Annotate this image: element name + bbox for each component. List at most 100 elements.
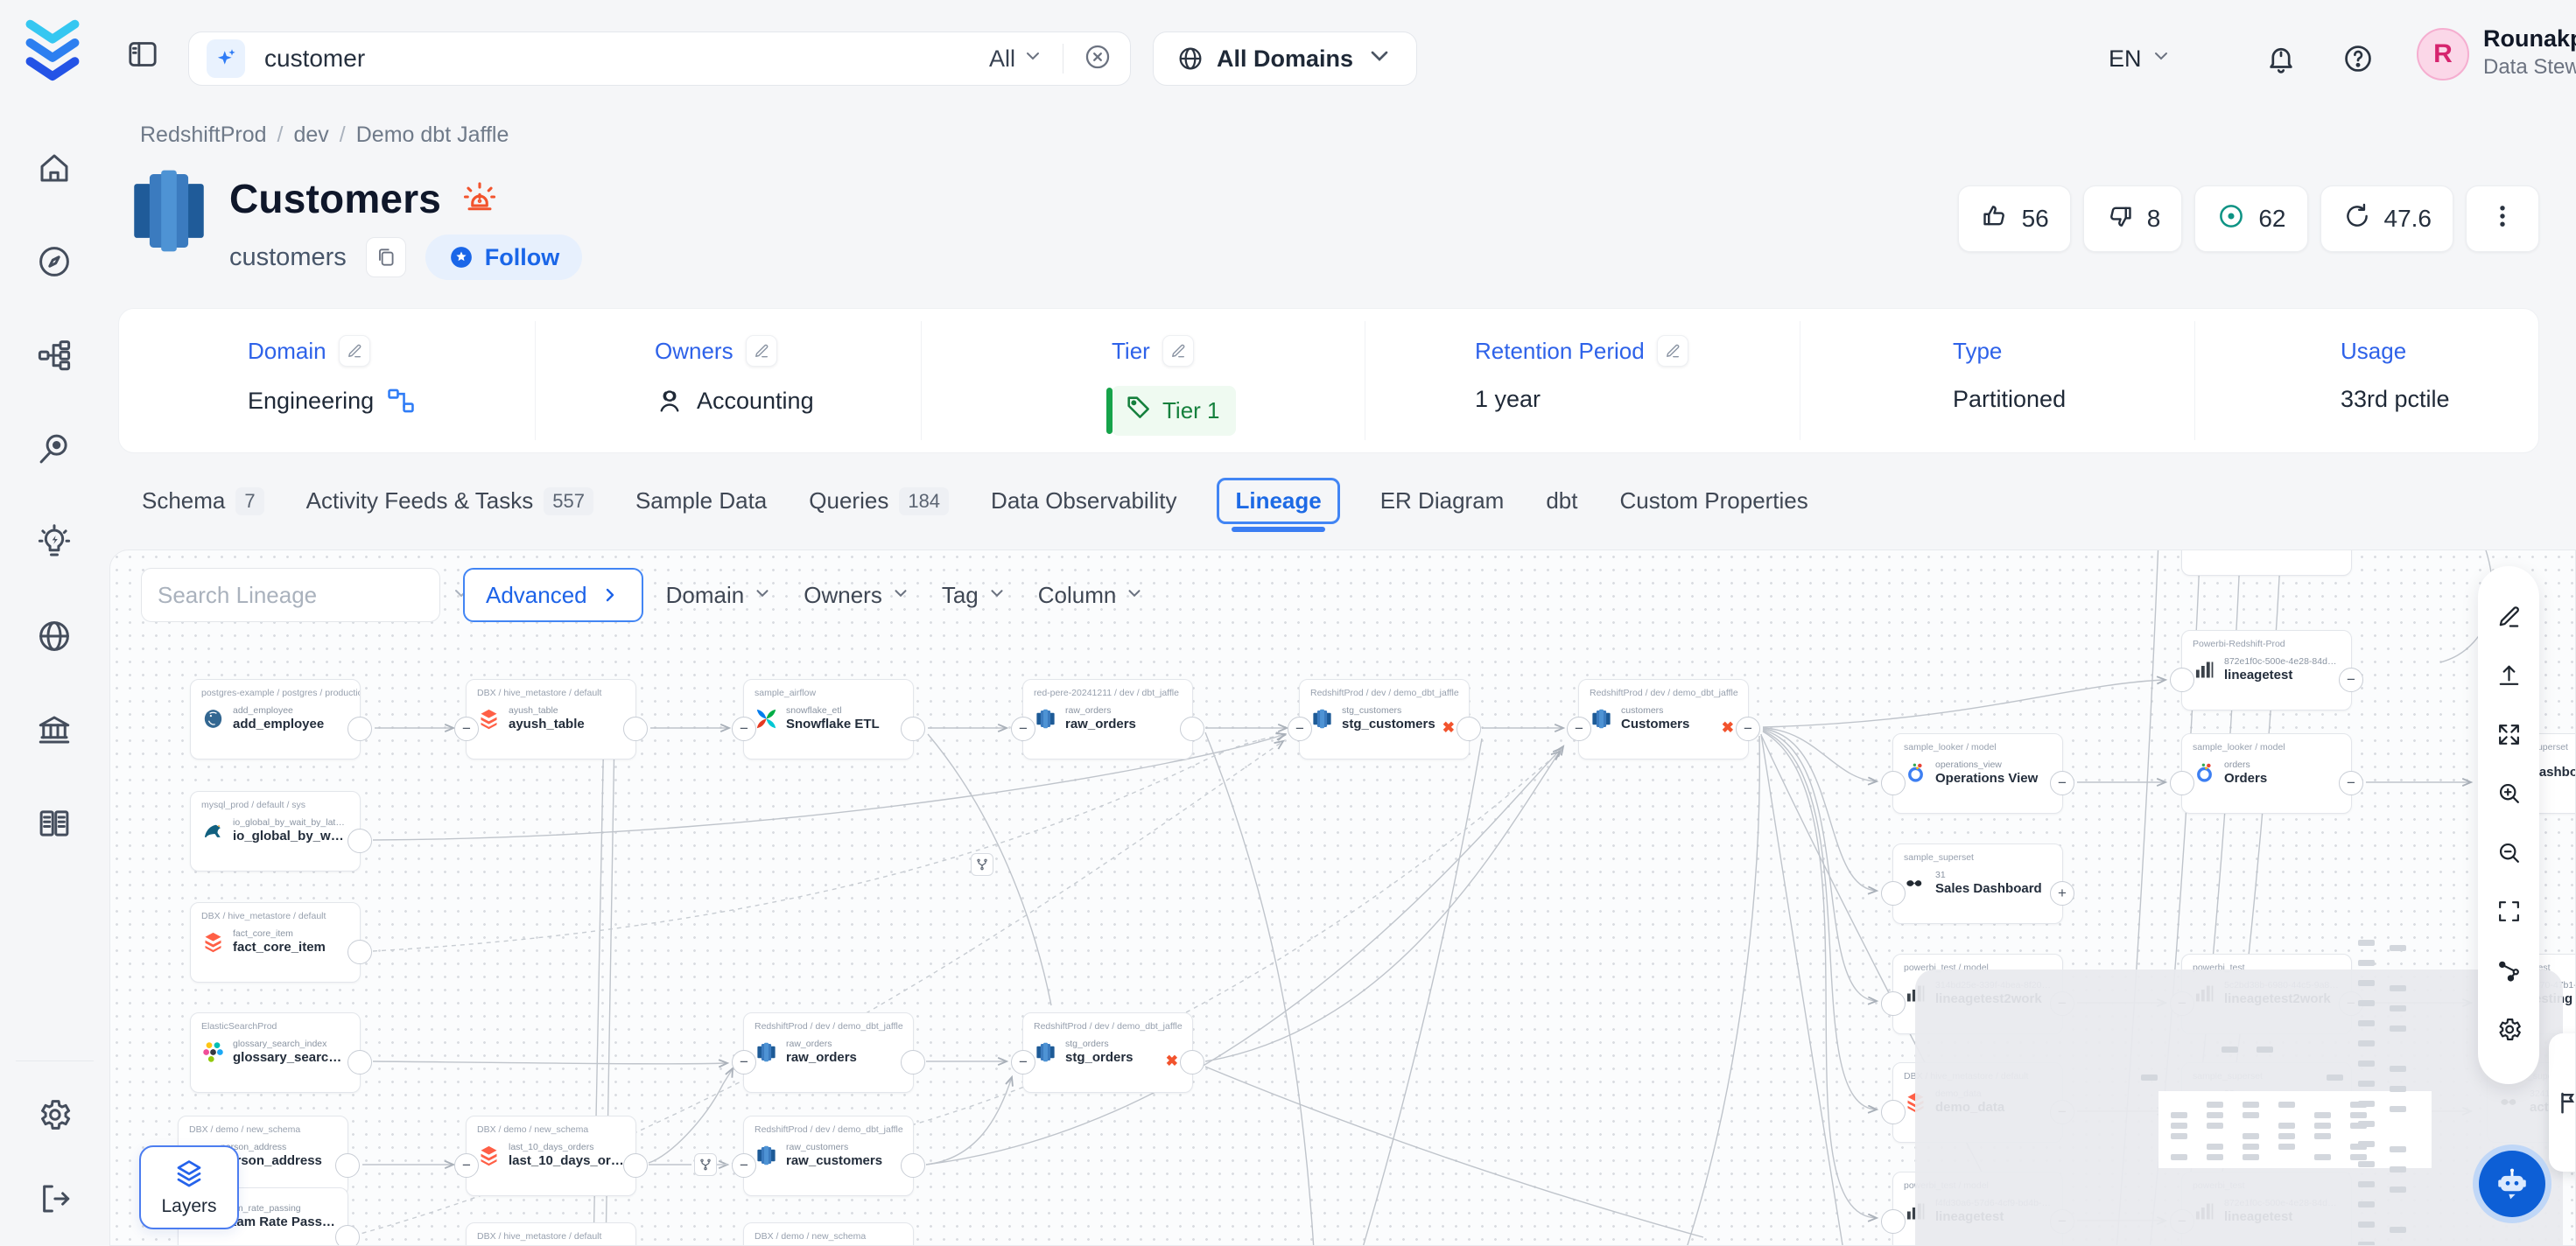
all-domains-dropdown[interactable]: All Domains bbox=[1153, 32, 1417, 86]
lineage-node-stg_orders[interactable]: RedshiftProd / dev / demo_dbt_jafflestg_… bbox=[1022, 1012, 1193, 1093]
sidebar-item-reports[interactable] bbox=[30, 801, 79, 850]
stat-watchers-button[interactable]: 62 bbox=[2194, 186, 2307, 252]
port-collapse-right[interactable] bbox=[901, 1050, 925, 1074]
sidebar-item-product[interactable] bbox=[30, 332, 79, 382]
lineage-node-customers[interactable]: RedshiftProd / dev / demo_dbt_jafflecust… bbox=[1578, 679, 1749, 760]
sidebar-item-logout[interactable] bbox=[30, 1176, 79, 1225]
toolbar-zoom-out-button[interactable] bbox=[2489, 836, 2528, 874]
filter-tag-dropdown[interactable]: Tag bbox=[942, 582, 1007, 609]
port-collapse-left[interactable] bbox=[1881, 1209, 1906, 1234]
lineage-node-dbx_partial_1[interactable]: DBX / hive_metastore / default bbox=[466, 1222, 636, 1246]
tab-activity-feeds-tasks[interactable]: Activity Feeds & Tasks557 bbox=[305, 479, 595, 524]
advanced-button[interactable]: Advanced bbox=[463, 568, 643, 622]
copy-icon[interactable] bbox=[366, 237, 406, 277]
search-scope-dropdown[interactable]: All bbox=[989, 46, 1043, 73]
port-collapse-right[interactable] bbox=[901, 717, 925, 741]
lineage-node-add_employee[interactable]: postgres-example / postgres / production… bbox=[190, 679, 361, 760]
port-collapse-left[interactable] bbox=[1881, 1100, 1906, 1124]
language-dropdown[interactable]: EN bbox=[2109, 46, 2172, 73]
lineage-node-ayush_table[interactable]: DBX / hive_metastore / defaultayush_tabl… bbox=[466, 679, 636, 760]
breadcrumb-item-redshiftprod[interactable]: RedshiftProd bbox=[140, 122, 267, 148]
tab-dbt[interactable]: dbt bbox=[1544, 479, 1579, 523]
lineage-node-pbi_lineagetest[interactable]: Powerbi-Redshift-Prod872e1f0c-500e-4e28-… bbox=[2181, 630, 2352, 710]
help-icon[interactable] bbox=[2341, 42, 2375, 80]
lineage-search-input[interactable] bbox=[158, 582, 451, 609]
port-collapse-left[interactable]: − bbox=[1567, 717, 1591, 741]
toolbar-settings-button[interactable] bbox=[2489, 1012, 2528, 1051]
edit-retention-period-button[interactable] bbox=[1657, 335, 1688, 367]
port-collapse-right[interactable] bbox=[623, 1153, 648, 1178]
ai-assistant-button[interactable] bbox=[2479, 1151, 2545, 1217]
tab-lineage[interactable]: Lineage bbox=[1217, 478, 1339, 524]
port-collapse-right[interactable] bbox=[1180, 1050, 1204, 1074]
tier-badge[interactable]: Tier 1 bbox=[1112, 386, 1236, 436]
port-collapse-left[interactable] bbox=[2170, 668, 2194, 692]
panel-toggle-icon[interactable] bbox=[125, 37, 167, 79]
edit-domain-button[interactable] bbox=[339, 335, 370, 367]
layers-button[interactable]: Layers bbox=[139, 1145, 239, 1229]
sidebar-item-insight[interactable] bbox=[30, 520, 79, 569]
lineage-node-snowflake_etl[interactable]: sample_airflowsnowflake_etlSnowflake ETL… bbox=[743, 679, 914, 760]
user-meta[interactable]: Rounakpreet.d Data Steward bbox=[2483, 24, 2576, 80]
global-search[interactable]: All bbox=[188, 32, 1131, 86]
lineage-node-stg_customers[interactable]: RedshiftProd / dev / demo_dbt_jafflestg_… bbox=[1299, 679, 1470, 760]
tab-data-observability[interactable]: Data Observability bbox=[989, 479, 1178, 523]
port-collapse-right[interactable]: − bbox=[1736, 717, 1760, 741]
toolbar-fullscreen-button[interactable] bbox=[2489, 894, 2528, 933]
port-collapse-left[interactable] bbox=[2170, 771, 2194, 795]
port-collapse-right[interactable]: − bbox=[2339, 668, 2363, 692]
port-collapse-right[interactable] bbox=[347, 1050, 372, 1074]
side-panel-partial[interactable] bbox=[2549, 1033, 2576, 1172]
port-collapse-right[interactable] bbox=[347, 829, 372, 853]
lineage-canvas[interactable]: postgres-example / postgres / production… bbox=[109, 550, 2576, 1246]
lineage-node-raw_customers[interactable]: RedshiftProd / dev / demo_dbt_jaffleraw_… bbox=[743, 1116, 914, 1196]
tab-custom-properties[interactable]: Custom Properties bbox=[1618, 479, 1809, 523]
lineage-node-omone[interactable]: omoneomone bbox=[2181, 550, 2352, 576]
sidebar-item-observe[interactable] bbox=[30, 426, 79, 475]
lineage-minimap[interactable] bbox=[1915, 970, 2563, 1246]
lineage-node-last_10_days_orders[interactable]: DBX / demo / new_schemalast_10_days_orde… bbox=[466, 1116, 636, 1196]
lineage-node-raw_orders_stg[interactable]: RedshiftProd / dev / demo_dbt_jaffleraw_… bbox=[743, 1012, 914, 1093]
lineage-node-operations_view[interactable]: sample_looker / modeloperations_viewOper… bbox=[1892, 733, 2063, 814]
sidebar-item-compass[interactable] bbox=[30, 239, 79, 288]
port-collapse-left[interactable] bbox=[1881, 991, 1906, 1016]
port-collapse-right[interactable]: − bbox=[2339, 771, 2363, 795]
port-collapse-left[interactable]: − bbox=[732, 1050, 756, 1074]
port-collapse-right[interactable] bbox=[1180, 717, 1204, 741]
port-collapse-left[interactable]: − bbox=[1011, 717, 1035, 741]
lineage-node-dbx_partial_2[interactable]: DBX / demo / new_schema bbox=[743, 1222, 914, 1246]
filter-column-dropdown[interactable]: Column bbox=[1038, 582, 1145, 609]
port-collapse-right[interactable]: − bbox=[2050, 771, 2074, 795]
lineage-node-sales_dashboard[interactable]: sample_superset31Sales Dashboard+ bbox=[1892, 844, 2063, 924]
filter-domain-dropdown[interactable]: Domain bbox=[666, 582, 773, 609]
stat-more-button[interactable] bbox=[2466, 186, 2539, 252]
atlan-logo-icon[interactable] bbox=[23, 19, 82, 82]
sidebar-item-home[interactable] bbox=[30, 145, 79, 194]
lineage-search[interactable] bbox=[141, 568, 440, 622]
port-collapse-right[interactable] bbox=[335, 1153, 360, 1178]
lineage-node-io_global_by_wait_by_latency[interactable]: mysql_prod / default / sysio_global_by_w… bbox=[190, 791, 361, 872]
port-collapse-right[interactable] bbox=[347, 717, 372, 741]
sidebar-item-settings[interactable] bbox=[30, 1092, 79, 1141]
tab-schema[interactable]: Schema7 bbox=[140, 479, 266, 524]
tab-sample-data[interactable]: Sample Data bbox=[634, 479, 769, 523]
port-collapse-left[interactable] bbox=[1881, 881, 1906, 906]
edit-tier-button[interactable] bbox=[1162, 335, 1194, 367]
tab-queries[interactable]: Queries184 bbox=[807, 479, 951, 524]
follow-button[interactable]: Follow bbox=[425, 234, 582, 280]
stat-downvotes-button[interactable]: 8 bbox=[2083, 186, 2183, 252]
search-input[interactable] bbox=[264, 45, 970, 73]
port-collapse-left[interactable]: − bbox=[732, 1153, 756, 1178]
lineage-node-glossary_search_index[interactable]: ElasticSearchProdglossary_search_indexgl… bbox=[190, 1012, 361, 1093]
toolbar-edit-button[interactable] bbox=[2489, 599, 2528, 638]
sidebar-item-globe[interactable] bbox=[30, 613, 79, 662]
port-collapse-right[interactable] bbox=[347, 940, 372, 964]
tab-er-diagram[interactable]: ER Diagram bbox=[1379, 479, 1506, 523]
breadcrumb-item-demo-dbt-jaffle[interactable]: Demo dbt Jaffle bbox=[356, 122, 509, 148]
toolbar-route-button[interactable] bbox=[2489, 954, 2528, 992]
lineage-node-raw_orders_src[interactable]: red-pere-20241211 / dev / dbt_jaffleraw_… bbox=[1022, 679, 1193, 760]
ai-sparkle-icon[interactable] bbox=[207, 39, 245, 78]
port-collapse-left[interactable]: − bbox=[1288, 717, 1312, 741]
toolbar-zoom-in-button[interactable] bbox=[2489, 776, 2528, 815]
port-collapse-left[interactable]: − bbox=[1011, 1050, 1035, 1074]
